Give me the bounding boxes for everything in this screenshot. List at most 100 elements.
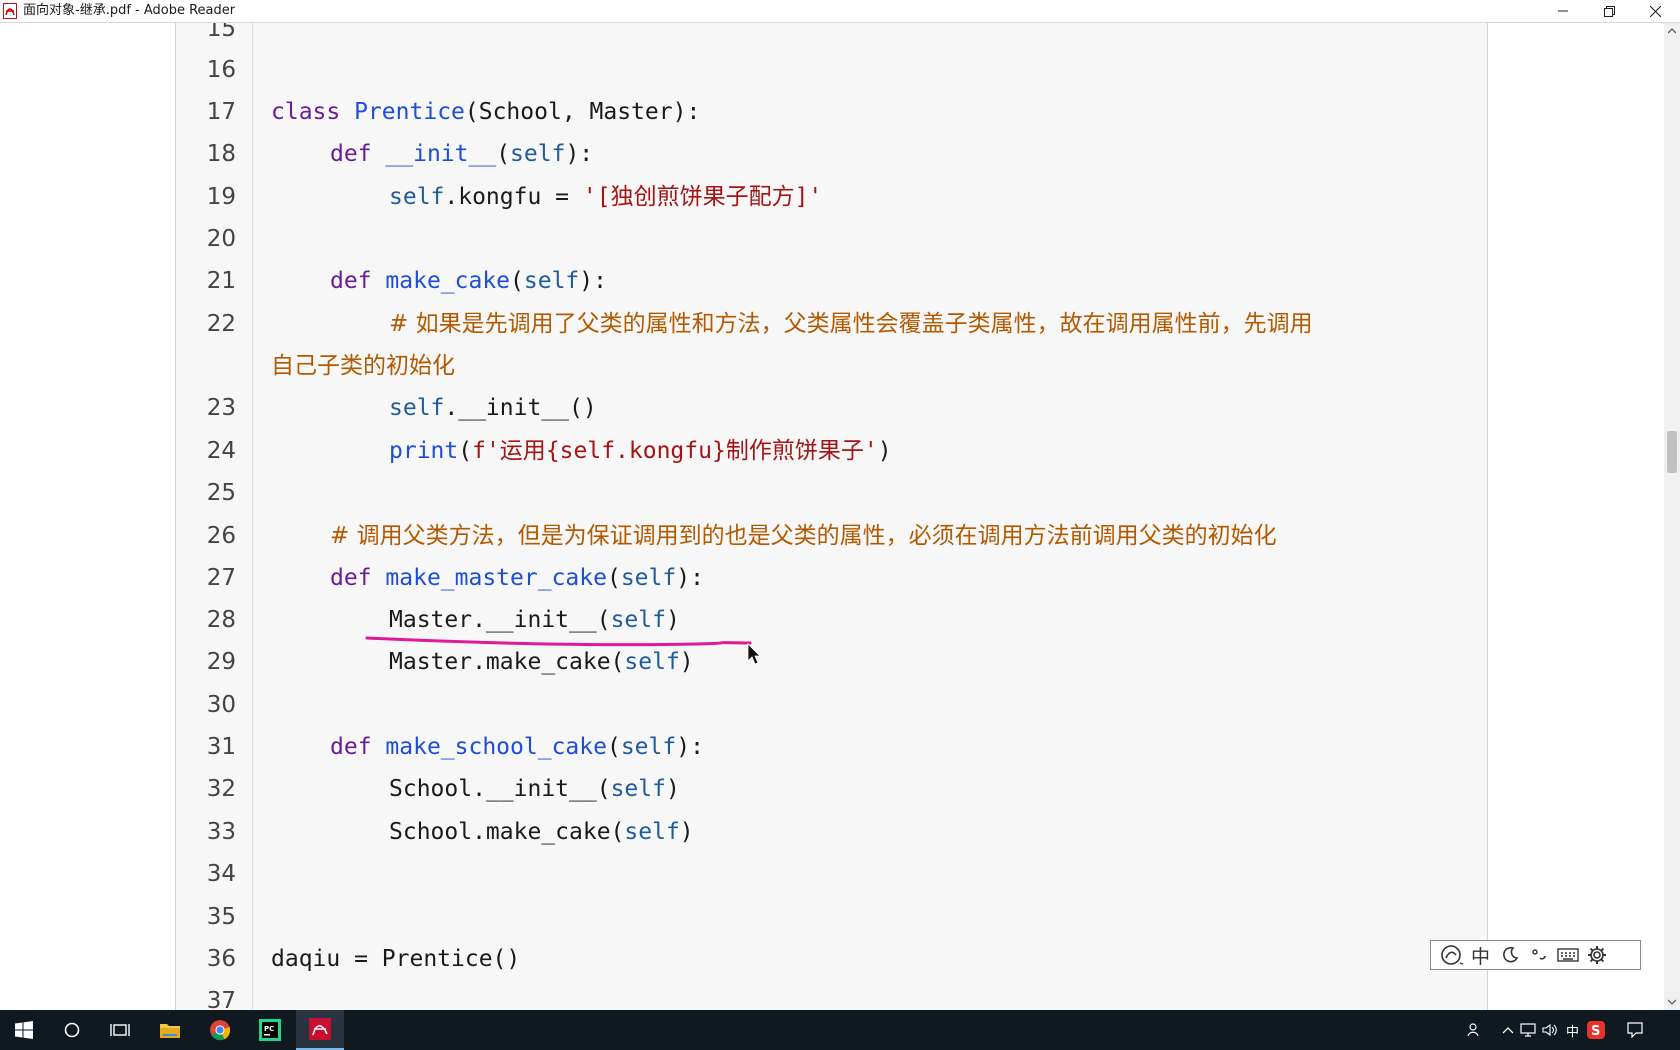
minimize-icon — [1558, 10, 1568, 12]
code-line: 36 daqiu = Prentice() — [176, 938, 1487, 980]
code-text: class Prentice(School, Master): — [271, 99, 701, 125]
ime-logo-button[interactable] — [1437, 941, 1466, 969]
code-text: School.make_cake(self) — [389, 819, 694, 845]
windows-start-icon — [15, 1021, 33, 1039]
file-explorer-icon — [160, 1024, 180, 1038]
line-number: 15 — [206, 23, 236, 42]
windows-taskbar: PC 中 S — [0, 1010, 1680, 1050]
ime-halfwidth-button[interactable] — [1495, 941, 1524, 969]
ime-settings-button[interactable] — [1582, 941, 1611, 969]
pdf-page: 15 16 17 class Prentice(School, Master):… — [175, 23, 1488, 1010]
moon-icon — [1502, 946, 1518, 963]
code-line: 21 def make_cake(self): — [176, 260, 1487, 302]
line-number: 24 — [206, 438, 236, 464]
start-button[interactable] — [0, 1010, 48, 1050]
taskbar-chrome[interactable] — [196, 1010, 244, 1050]
svg-text:PC: PC — [264, 1025, 274, 1033]
code-line: 35 — [176, 896, 1487, 938]
close-button[interactable] — [1632, 0, 1678, 22]
volume-icon[interactable] — [1542, 1023, 1558, 1037]
ime-chinese-mode-button[interactable]: 中 — [1466, 941, 1495, 969]
ime-toolbar[interactable]: 中 — [1430, 940, 1641, 970]
scrollbar-thumb[interactable] — [1667, 431, 1677, 473]
search-button[interactable] — [48, 1010, 96, 1050]
network-icon[interactable] — [1520, 1023, 1536, 1037]
gear-icon — [1587, 946, 1606, 964]
code-text: def make_cake(self): — [330, 268, 607, 294]
line-number: 19 — [206, 184, 236, 210]
input-language-indicator[interactable]: 中 — [1566, 1021, 1579, 1040]
code-line: 25 — [176, 472, 1487, 514]
chevron-up-icon — [1668, 28, 1676, 34]
code-text: def make_school_cake(self): — [330, 734, 704, 760]
code-line: 20 — [176, 218, 1487, 260]
line-number: 34 — [206, 861, 236, 887]
code-line: 19 self.kongfu = '[独创煎饼果子配方]' — [176, 176, 1487, 218]
line-number: 23 — [206, 395, 236, 421]
sogou-ime-icon[interactable]: S — [1587, 1021, 1606, 1039]
line-number: 35 — [206, 904, 236, 930]
code-text: daqiu = Prentice() — [271, 946, 521, 972]
code-text: def __init__(self): — [330, 141, 594, 167]
line-number: 22 — [206, 311, 236, 337]
notification-icon[interactable] — [1627, 1022, 1643, 1038]
code-line: 22 # 如果是先调用了父类的属性和方法，父类属性会覆盖子类属性，故在调用属性前… — [176, 303, 1487, 345]
line-number: 21 — [206, 268, 236, 294]
code-line: 33 School.make_cake(self) — [176, 811, 1487, 853]
taskbar-pycharm[interactable]: PC — [246, 1010, 294, 1050]
code-line: 23 self.__init__() — [176, 387, 1487, 429]
line-number: 18 — [206, 141, 236, 167]
window-title: 面向对象-继承.pdf - Adobe Reader — [23, 3, 236, 18]
code-line: 30 — [176, 684, 1487, 726]
punctuation-icon — [1531, 949, 1546, 960]
minimize-button[interactable] — [1540, 0, 1586, 22]
people-icon[interactable] — [1466, 1022, 1482, 1038]
task-view-icon — [110, 1024, 130, 1036]
taskbar-adobe-reader[interactable] — [296, 1010, 344, 1050]
line-number: 20 — [206, 226, 236, 252]
taskbar-file-explorer[interactable] — [146, 1010, 194, 1050]
scroll-up-button[interactable] — [1664, 23, 1680, 39]
line-number: 16 — [206, 57, 236, 83]
line-number: 27 — [206, 565, 236, 591]
line-number: 32 — [206, 776, 236, 802]
document-viewport[interactable]: 15 16 17 class Prentice(School, Master):… — [0, 23, 1664, 1010]
code-line: 15 — [176, 23, 1487, 50]
ime-punctuation-button[interactable] — [1524, 941, 1553, 969]
close-icon — [1649, 5, 1661, 17]
vertical-scrollbar[interactable] — [1664, 23, 1680, 1010]
code-text: School.__init__(self) — [389, 776, 680, 802]
code-text: Master.__init__(self) — [389, 607, 680, 633]
code-line: 16 — [176, 49, 1487, 91]
line-number: 37 — [206, 988, 236, 1010]
line-number: 28 — [206, 607, 236, 633]
line-number: 31 — [206, 734, 236, 760]
code-comment: # 调用父类方法，但是为保证调用到的也是父类的属性，必须在调用方法前调用父类的初… — [330, 523, 1277, 549]
system-tray: 中 S — [1462, 1010, 1680, 1050]
code-line: 17 class Prentice(School, Master): — [176, 91, 1487, 133]
code-text: def make_master_cake(self): — [330, 565, 704, 591]
ime-keyboard-button[interactable] — [1553, 941, 1582, 969]
svg-text:S: S — [1591, 1024, 1600, 1039]
chrome-icon — [210, 1020, 231, 1041]
code-comment: # 如果是先调用了父类的属性和方法，父类属性会覆盖子类属性，故在调用属性前，先调… — [389, 311, 1313, 337]
restore-button[interactable] — [1586, 0, 1632, 22]
code-line: 18 def __init__(self): — [176, 133, 1487, 175]
code-line: 26 # 调用父类方法，但是为保证调用到的也是父类的属性，必须在调用方法前调用父… — [176, 515, 1487, 557]
code-line: 29 Master.make_cake(self) — [176, 641, 1487, 683]
title-bar: 面向对象-继承.pdf - Adobe Reader — [0, 0, 1680, 23]
code-text: print(f'运用{self.kongfu}制作煎饼果子') — [389, 438, 892, 464]
restore-icon — [1603, 5, 1615, 17]
chevron-up-icon[interactable] — [1502, 1026, 1514, 1034]
code-line: 34 — [176, 853, 1487, 895]
task-view-button[interactable] — [96, 1010, 144, 1050]
scroll-down-button[interactable] — [1664, 994, 1680, 1010]
code-line: 28 Master.__init__(self) — [176, 599, 1487, 641]
code-comment: 自己子类的初始化 — [271, 353, 455, 379]
code-line: 31 def make_school_cake(self): — [176, 726, 1487, 768]
code-text: self.__init__() — [389, 395, 597, 421]
line-number: 17 — [206, 99, 236, 125]
code-line-wrap: 自己子类的初始化 — [176, 345, 1487, 387]
line-number: 30 — [206, 692, 236, 718]
keyboard-icon — [1556, 948, 1579, 962]
